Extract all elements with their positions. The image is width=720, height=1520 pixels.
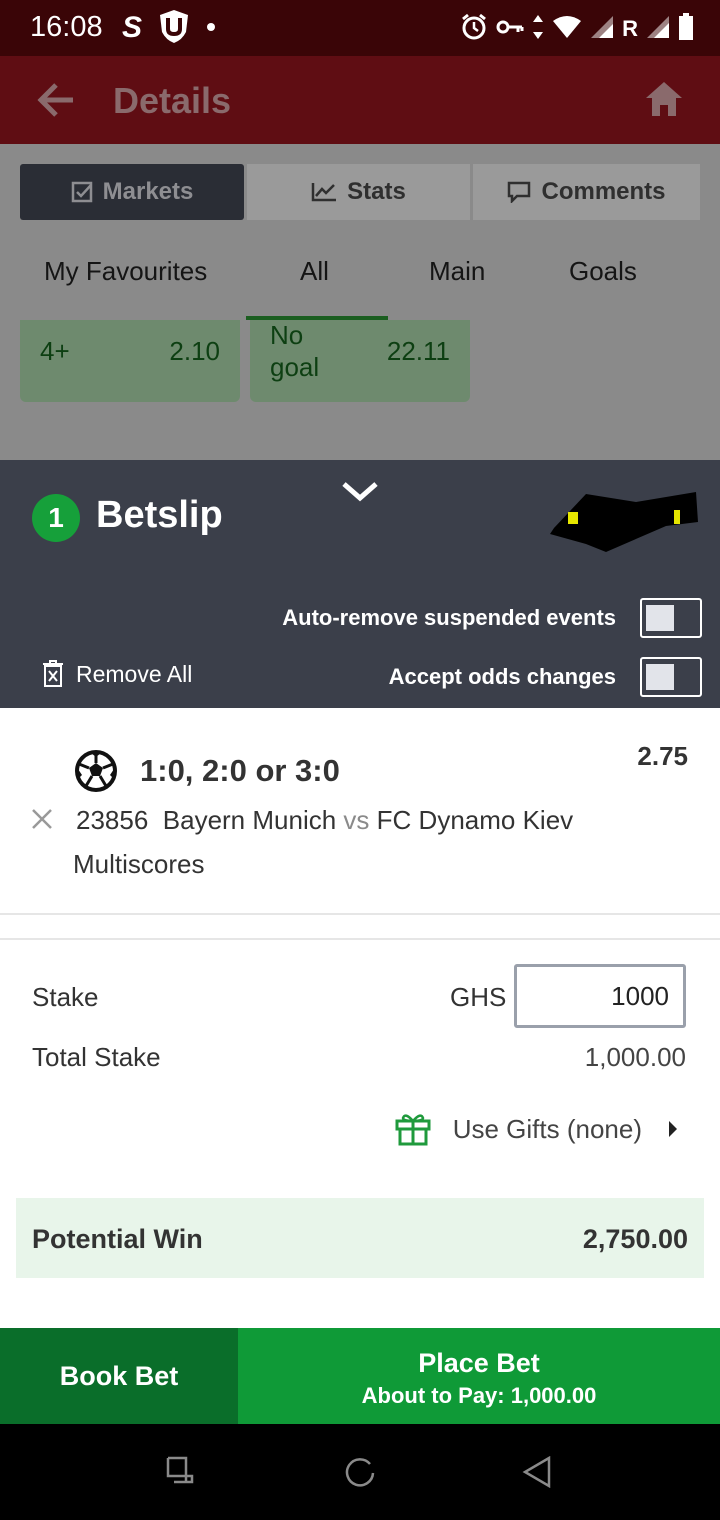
selection-pick: 1:0, 2:0 or 3:0	[140, 753, 340, 788]
markets-panel: Markets Stats Comments My Favourites All…	[0, 144, 720, 460]
trash-icon	[43, 660, 63, 687]
market-type: Multiscores	[73, 849, 205, 879]
about-to-pay-label: About to Pay: 1,000.00	[361, 1383, 597, 1408]
background-page: Details Markets Stats Comments My Favour…	[0, 56, 720, 460]
stake-input[interactable]	[514, 964, 686, 1028]
back-triangle-icon[interactable]	[522, 1455, 552, 1493]
back-arrow-icon[interactable]	[36, 82, 76, 123]
divider	[0, 938, 720, 940]
caret-right-icon	[669, 1121, 677, 1137]
subtab-all[interactable]: All	[300, 256, 329, 287]
tab-stats[interactable]: Stats	[247, 164, 470, 220]
potential-win-label: Potential Win	[32, 1224, 203, 1254]
home-icon[interactable]	[644, 80, 684, 123]
stake-label: Stake	[32, 982, 99, 1012]
accept-odds-label: Accept odds changes	[388, 664, 616, 689]
signal-icon	[646, 15, 670, 44]
betslip-count-badge: 1	[32, 494, 80, 542]
dot-icon	[206, 19, 216, 37]
event-name: 23856 Bayern Munich vs FC Dynamo Kiev	[76, 805, 574, 835]
subtab-goals[interactable]: Goals	[569, 256, 637, 287]
home-circle-icon[interactable]	[344, 1456, 376, 1493]
betslip-header: 1 Betslip Auto-remove suspended events A…	[0, 460, 720, 708]
signal-icon	[590, 15, 614, 44]
soccer-ball-icon	[74, 749, 118, 798]
accept-odds-toggle[interactable]	[640, 657, 702, 697]
odds-cell[interactable]: 4+ 2.10	[20, 320, 240, 402]
bet-selection: 1:0, 2:0 or 3:0 2.75 23856 Bayern Munich…	[0, 715, 720, 915]
app-bar: Details	[0, 56, 720, 144]
stake-currency: GHS	[450, 982, 507, 1012]
auto-remove-toggle[interactable]	[640, 598, 702, 638]
redacted-balance	[546, 482, 706, 557]
total-stake-value: 1,000.00	[584, 1042, 686, 1072]
accept-odds-row: Accept odds changes	[389, 656, 702, 698]
chart-line-icon	[311, 183, 337, 202]
checkbox-icon	[71, 181, 92, 203]
gift-icon	[395, 1114, 431, 1146]
subtab-main[interactable]: Main	[429, 256, 485, 287]
shield-u-icon	[158, 8, 190, 49]
auto-remove-label: Auto-remove suspended events	[282, 605, 616, 630]
data-arrows-icon	[532, 14, 544, 45]
tab-markets[interactable]: Markets	[20, 164, 244, 220]
navigation-bar	[0, 1424, 720, 1520]
status-bar: 16:08 S R	[0, 0, 720, 56]
auto-remove-row: Auto-remove suspended events	[282, 597, 702, 639]
use-gifts-button[interactable]: Use Gifts (none)	[395, 1112, 678, 1146]
status-time: 16:08	[30, 11, 103, 43]
chevron-down-icon[interactable]	[338, 476, 382, 509]
odds-cell[interactable]: No goal 22.11	[250, 320, 470, 402]
total-stake-label: Total Stake	[32, 1042, 161, 1072]
book-bet-button[interactable]: Book Bet	[0, 1328, 238, 1424]
potential-win-value: 2,750.00	[582, 1224, 688, 1254]
remove-all-button[interactable]: Remove All	[42, 660, 192, 688]
battery-icon	[678, 12, 694, 46]
comment-icon	[508, 181, 531, 203]
roaming-label: R	[622, 16, 638, 41]
subtab-my-favourites[interactable]: My Favourites	[44, 256, 207, 287]
alarm-icon	[460, 13, 488, 46]
vpn-key-icon	[496, 18, 524, 41]
recents-icon[interactable]	[166, 1456, 194, 1489]
s-money-icon: S	[122, 11, 143, 44]
wifi-icon	[552, 15, 582, 44]
selection-odds: 2.75	[637, 741, 688, 771]
page-title: Details	[113, 80, 232, 121]
place-bet-button[interactable]: Place Bet About to Pay: 1,000.00	[238, 1328, 720, 1424]
remove-selection-icon[interactable]	[30, 807, 54, 836]
tab-comments[interactable]: Comments	[473, 164, 700, 220]
betslip-title: Betslip	[96, 494, 223, 536]
potential-win-panel: Potential Win 2,750.00	[16, 1198, 704, 1278]
